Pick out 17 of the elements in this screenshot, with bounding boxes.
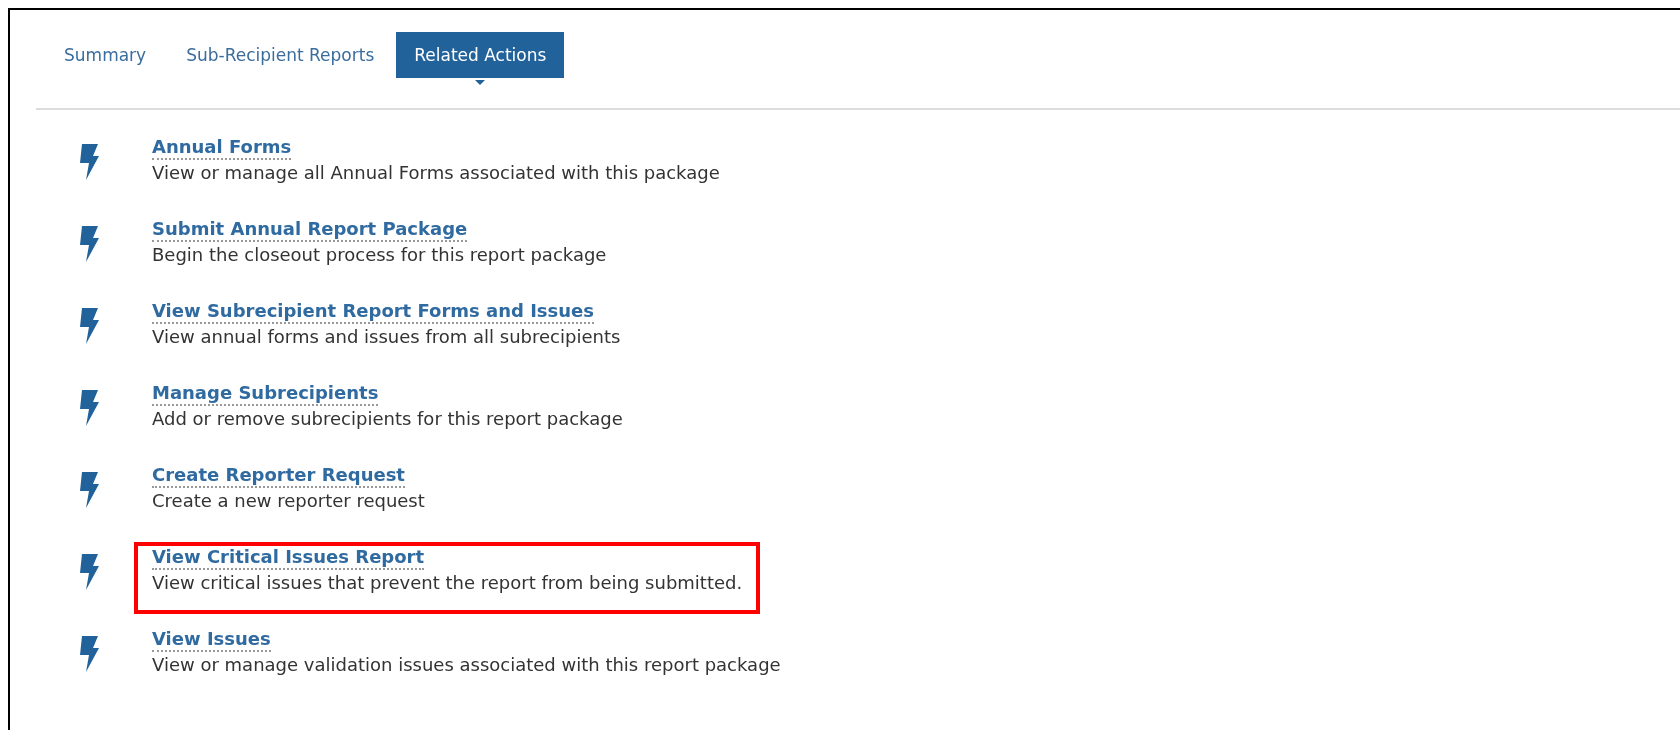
action-link[interactable]: Submit Annual Report Package [152,218,468,242]
action-description: Add or remove subrecipients for this report package [152,407,623,431]
action-description: View critical issues that prevent the report from being submitted. [152,571,743,595]
action-link[interactable]: View Subrecipient Report Forms and Issues [152,300,594,324]
tab[interactable]: Summary [46,32,165,78]
action-description: Create a new reporter request [152,489,425,513]
action-link[interactable]: View Issues [152,628,271,652]
action-description: View annual forms and issues from all subrecipients [152,325,621,349]
action-link[interactable]: Annual Forms [152,136,292,160]
action-description: View or manage all Annual Forms associated with this package [152,161,720,185]
action-link[interactable]: View Critical Issues Report [152,546,425,570]
tab[interactable]: Sub-Recipient Reports [168,32,393,78]
tab[interactable]: Related Actions [396,32,565,78]
action-link[interactable]: Manage Subrecipients [152,382,379,406]
action-link[interactable]: Create Reporter Request [152,464,405,488]
action-description: View or manage validation issues associated with this report package [152,653,781,677]
action-description: Begin the closeout process for this report package [152,243,607,267]
